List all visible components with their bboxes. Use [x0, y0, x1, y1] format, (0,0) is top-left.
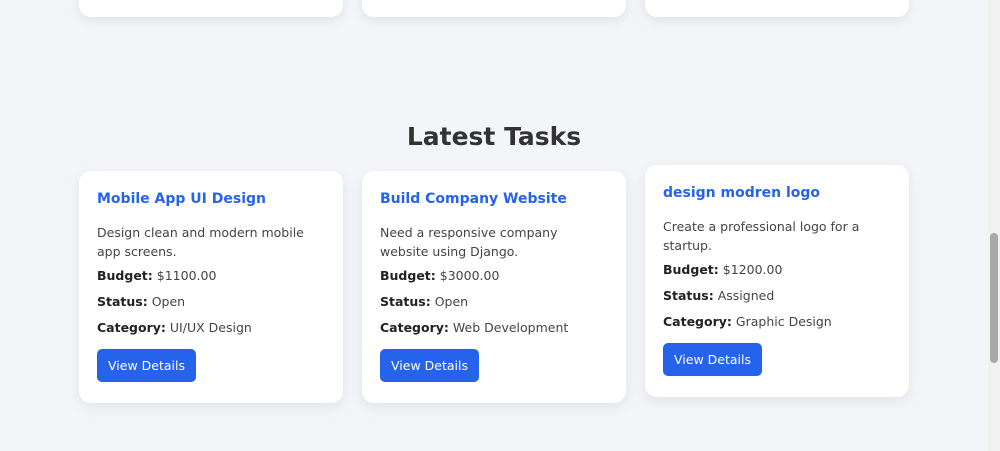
task-status: Status: Open [97, 292, 325, 318]
vertical-scrollbar[interactable] [988, 0, 1000, 451]
task-category: Category: Graphic Design [663, 312, 891, 338]
category-label: Category: [97, 320, 166, 335]
task-description: Create a professional logo for a startup… [663, 219, 860, 253]
budget-label: Budget: [97, 268, 153, 283]
previous-card-1 [79, 0, 343, 17]
task-status: Status: Open [380, 292, 608, 318]
task-category: Category: UI/UX Design [97, 318, 325, 344]
previous-card-2 [362, 0, 626, 17]
status-label: Status: [663, 288, 714, 303]
view-details-button[interactable]: View Details [97, 349, 196, 382]
previous-card-3 [645, 0, 909, 17]
budget-value: $3000.00 [439, 268, 500, 283]
category-value: Web Development [452, 320, 569, 335]
status-value: Open [151, 294, 186, 309]
task-card: design modren logo Create a professional… [645, 165, 909, 397]
page: Latest Tasks Mobile App UI Design Design… [0, 0, 988, 451]
category-label: Category: [380, 320, 449, 335]
view-details-button[interactable]: View Details [663, 343, 762, 376]
task-budget: Budget: $3000.00 [380, 266, 608, 292]
task-description: Need a responsive company website using … [380, 225, 558, 259]
category-value: UI/UX Design [169, 320, 252, 335]
scrollbar-thumb[interactable] [990, 233, 998, 363]
task-title[interactable]: design modren logo [663, 184, 891, 202]
status-label: Status: [380, 294, 431, 309]
status-label: Status: [97, 294, 148, 309]
task-budget: Budget: $1200.00 [663, 260, 891, 286]
budget-value: $1100.00 [156, 268, 217, 283]
status-value: Open [434, 294, 469, 309]
task-card: Build Company Website Need a responsive … [362, 171, 626, 403]
task-title[interactable]: Build Company Website [380, 190, 608, 208]
budget-label: Budget: [380, 268, 436, 283]
view-details-button[interactable]: View Details [380, 349, 479, 382]
task-card: Mobile App UI Design Design clean and mo… [79, 171, 343, 403]
section-title: Latest Tasks [406, 122, 582, 151]
task-budget: Budget: $1100.00 [97, 266, 325, 292]
task-status: Status: Assigned [663, 286, 891, 312]
budget-label: Budget: [663, 262, 719, 277]
status-value: Assigned [717, 288, 775, 303]
task-description: Design clean and modern mobile app scree… [97, 225, 304, 259]
category-value: Graphic Design [735, 314, 832, 329]
budget-value: $1200.00 [722, 262, 783, 277]
task-title[interactable]: Mobile App UI Design [97, 190, 325, 208]
task-category: Category: Web Development [380, 318, 608, 344]
category-label: Category: [663, 314, 732, 329]
